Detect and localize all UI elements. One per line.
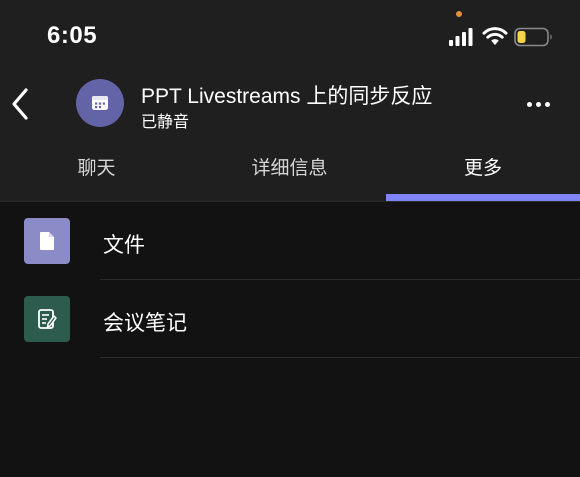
files-label: 文件 — [103, 234, 145, 257]
status-bar: 6:05 — [0, 0, 580, 70]
tab-details[interactable]: 详细信息 — [193, 150, 386, 202]
status-time: 6:05 — [47, 22, 98, 49]
chat-header: PPT Livestreams 上的同步反应 已静音 聊天 详细信息 更多 — [0, 70, 580, 202]
file-icon — [40, 232, 54, 250]
back-button[interactable] — [6, 84, 38, 124]
signal-icon — [449, 28, 473, 46]
dot-icon — [526, 101, 532, 107]
more-list: 文件 会议笔记 — [0, 202, 580, 358]
meeting-avatar[interactable] — [76, 79, 124, 127]
files-icon-tile — [24, 218, 70, 264]
wifi-icon — [482, 27, 508, 45]
meeting-notes-label: 会议笔记 — [103, 312, 187, 335]
tab-chat[interactable]: 聊天 — [0, 150, 193, 202]
notes-icon-tile — [24, 296, 70, 342]
muted-status: 已静音 — [141, 114, 190, 131]
more-options-button[interactable] — [523, 92, 553, 116]
list-item-files[interactable]: 文件 — [0, 202, 580, 280]
calendar-icon — [92, 96, 108, 110]
chat-title[interactable]: PPT Livestreams 上的同步反应 — [141, 80, 432, 110]
active-tab-indicator — [386, 194, 580, 201]
dot-icon — [535, 101, 541, 107]
notes-icon — [38, 309, 57, 329]
list-item-meeting-notes[interactable]: 会议笔记 — [0, 280, 580, 358]
dot-icon — [544, 101, 550, 107]
battery-icon — [514, 27, 552, 47]
camera-indicator-icon — [456, 11, 462, 17]
list-divider — [100, 357, 580, 358]
